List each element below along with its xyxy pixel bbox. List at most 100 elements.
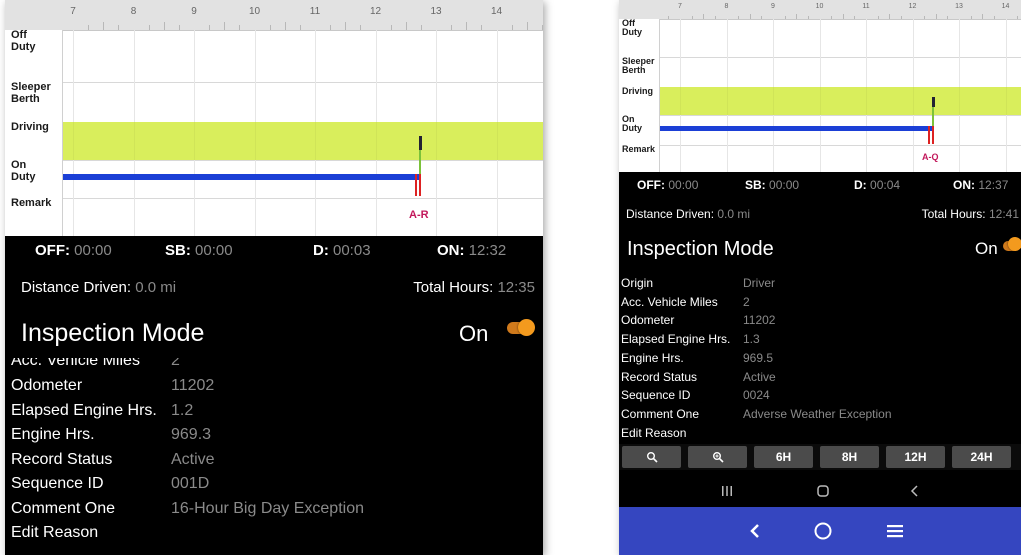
hour-gridline: [912, 57, 914, 87]
log-chart: 7 8 9 10 11 12 13 14 Off Duty Sleeper Berth Drivi…: [619, 0, 1021, 172]
hour-gridline: [866, 19, 867, 57]
hour-gridline: [375, 30, 377, 82]
recents-icon[interactable]: [715, 481, 739, 501]
field-value: Active: [743, 369, 776, 384]
log-chart: 7 8 9 10 11 12 13 14 Off Duty Sleeper Berth Drivi…: [5, 0, 543, 236]
zoom-12h-button[interactable]: 12H: [886, 446, 945, 468]
hour-gridline: [133, 122, 135, 160]
hour-gridline: [1005, 115, 1007, 145]
hour-gridline: [496, 122, 498, 160]
row-label-off-duty: Off Duty: [5, 29, 63, 82]
hour-gridline: [773, 19, 774, 57]
hour-gridline: [773, 57, 774, 87]
hour-gridline: [959, 115, 960, 145]
row-label-sleeper-berth: Sleeper Berth: [5, 81, 63, 122]
hour-gridline: [912, 87, 914, 115]
search-zoom-out-icon[interactable]: [622, 446, 681, 468]
field-value: 0024: [743, 388, 770, 403]
field-value: Active: [171, 450, 215, 468]
ruler-tick: [466, 22, 468, 30]
total-hours: Total Hours: 12:35: [413, 279, 535, 296]
hour-gridline: [194, 198, 195, 236]
row-remark: Remark: [5, 197, 543, 236]
hour-gridline: [436, 82, 437, 122]
back-icon[interactable]: [903, 481, 927, 501]
inspection-toggle-knob[interactable]: [518, 319, 535, 336]
row-off-duty: Off Duty: [619, 18, 1021, 58]
row-label-driving: Driving: [5, 121, 63, 160]
row-label-on-duty: On Duty: [619, 114, 660, 145]
event-marker: [928, 126, 930, 144]
hour-ruler: 7 8 9 10 11 12 13 14: [619, 0, 1021, 20]
hour-gridline: [254, 198, 256, 236]
hour-tick-label: 12: [908, 3, 917, 10]
field-label: Edit Reason: [621, 425, 687, 440]
hour-gridline: [496, 198, 498, 236]
row-label-remark: Remark: [619, 144, 660, 172]
field-label: Record Status: [11, 450, 113, 468]
field-value: 2: [743, 294, 750, 309]
ruler-tick: [526, 22, 528, 30]
hour-gridline: [436, 122, 437, 160]
hour-gridline: [959, 57, 960, 87]
field-value: 001D: [171, 475, 210, 492]
hour-gridline: [375, 122, 377, 160]
field-value: 1.3: [743, 332, 760, 347]
row-remark: Remark: [619, 144, 1021, 172]
hour-gridline: [912, 145, 914, 172]
row-sleeper-berth: Sleeper Berth: [5, 81, 543, 123]
field-label: Elapsed Engine Hrs.: [11, 401, 157, 419]
inspection-toggle-knob[interactable]: [1008, 237, 1021, 251]
field-value: 969.3: [171, 426, 212, 443]
ruler-tick: [163, 22, 165, 30]
hour-gridline: [959, 19, 960, 57]
zoom-24h-button[interactable]: 24H: [952, 446, 1011, 468]
home-icon[interactable]: [811, 481, 835, 501]
hour-gridline: [1005, 57, 1007, 87]
hour-gridline: [773, 145, 774, 172]
search-zoom-in-icon[interactable]: [688, 446, 747, 468]
sb-stat: SB: 00:00: [745, 178, 800, 192]
driving-stat: D: 00:04: [854, 178, 901, 192]
hour-tick-label: 9: [771, 3, 775, 10]
hour-gridline: [315, 30, 316, 82]
on-duty-line: [63, 174, 421, 180]
off-stat: OFF: 00:00: [637, 178, 699, 192]
driving-stat: D: 00:03: [313, 242, 371, 259]
hour-gridline: [133, 82, 135, 122]
hour-gridline: [1005, 145, 1007, 172]
menu-icon[interactable]: [881, 519, 909, 543]
ruler-tick: [224, 22, 226, 30]
row-driving: Driving: [5, 121, 543, 161]
hour-gridline: [866, 87, 867, 115]
hour-gridline: [436, 30, 437, 82]
zoom-6h-button[interactable]: 6H: [754, 446, 813, 468]
field-label: Engine Hrs.: [11, 426, 95, 443]
hour-gridline: [496, 160, 498, 198]
inspection-toggle-label: On: [975, 239, 998, 258]
hour-gridline: [819, 57, 821, 87]
hour-gridline: [680, 57, 681, 87]
hour-gridline: [680, 87, 681, 115]
hour-tick-label: 11: [309, 6, 321, 17]
row-label-remark: Remark: [5, 197, 63, 236]
hour-gridline: [315, 198, 316, 236]
hour-tick-label: 11: [862, 3, 870, 10]
hour-gridline: [254, 82, 256, 122]
row-off-duty: Off Duty: [5, 29, 543, 83]
hour-tick-label: 14: [1001, 3, 1010, 10]
hour-gridline: [133, 30, 135, 82]
hour-tick-label: 8: [724, 3, 729, 10]
hour-gridline: [726, 87, 728, 115]
zoom-8h-button[interactable]: 8H: [820, 446, 879, 468]
distance-driven: Distance Driven: 0.0 mi: [626, 207, 751, 221]
back-icon[interactable]: [741, 519, 769, 543]
home-icon[interactable]: [809, 519, 837, 543]
hour-gridline: [73, 122, 74, 160]
hour-gridline: [726, 19, 728, 57]
field-label: Record Status: [621, 369, 698, 384]
field-label: Sequence ID: [621, 388, 691, 403]
hour-gridline: [496, 82, 498, 122]
hour-tick-label: 13: [430, 6, 442, 17]
hour-gridline: [959, 145, 960, 172]
